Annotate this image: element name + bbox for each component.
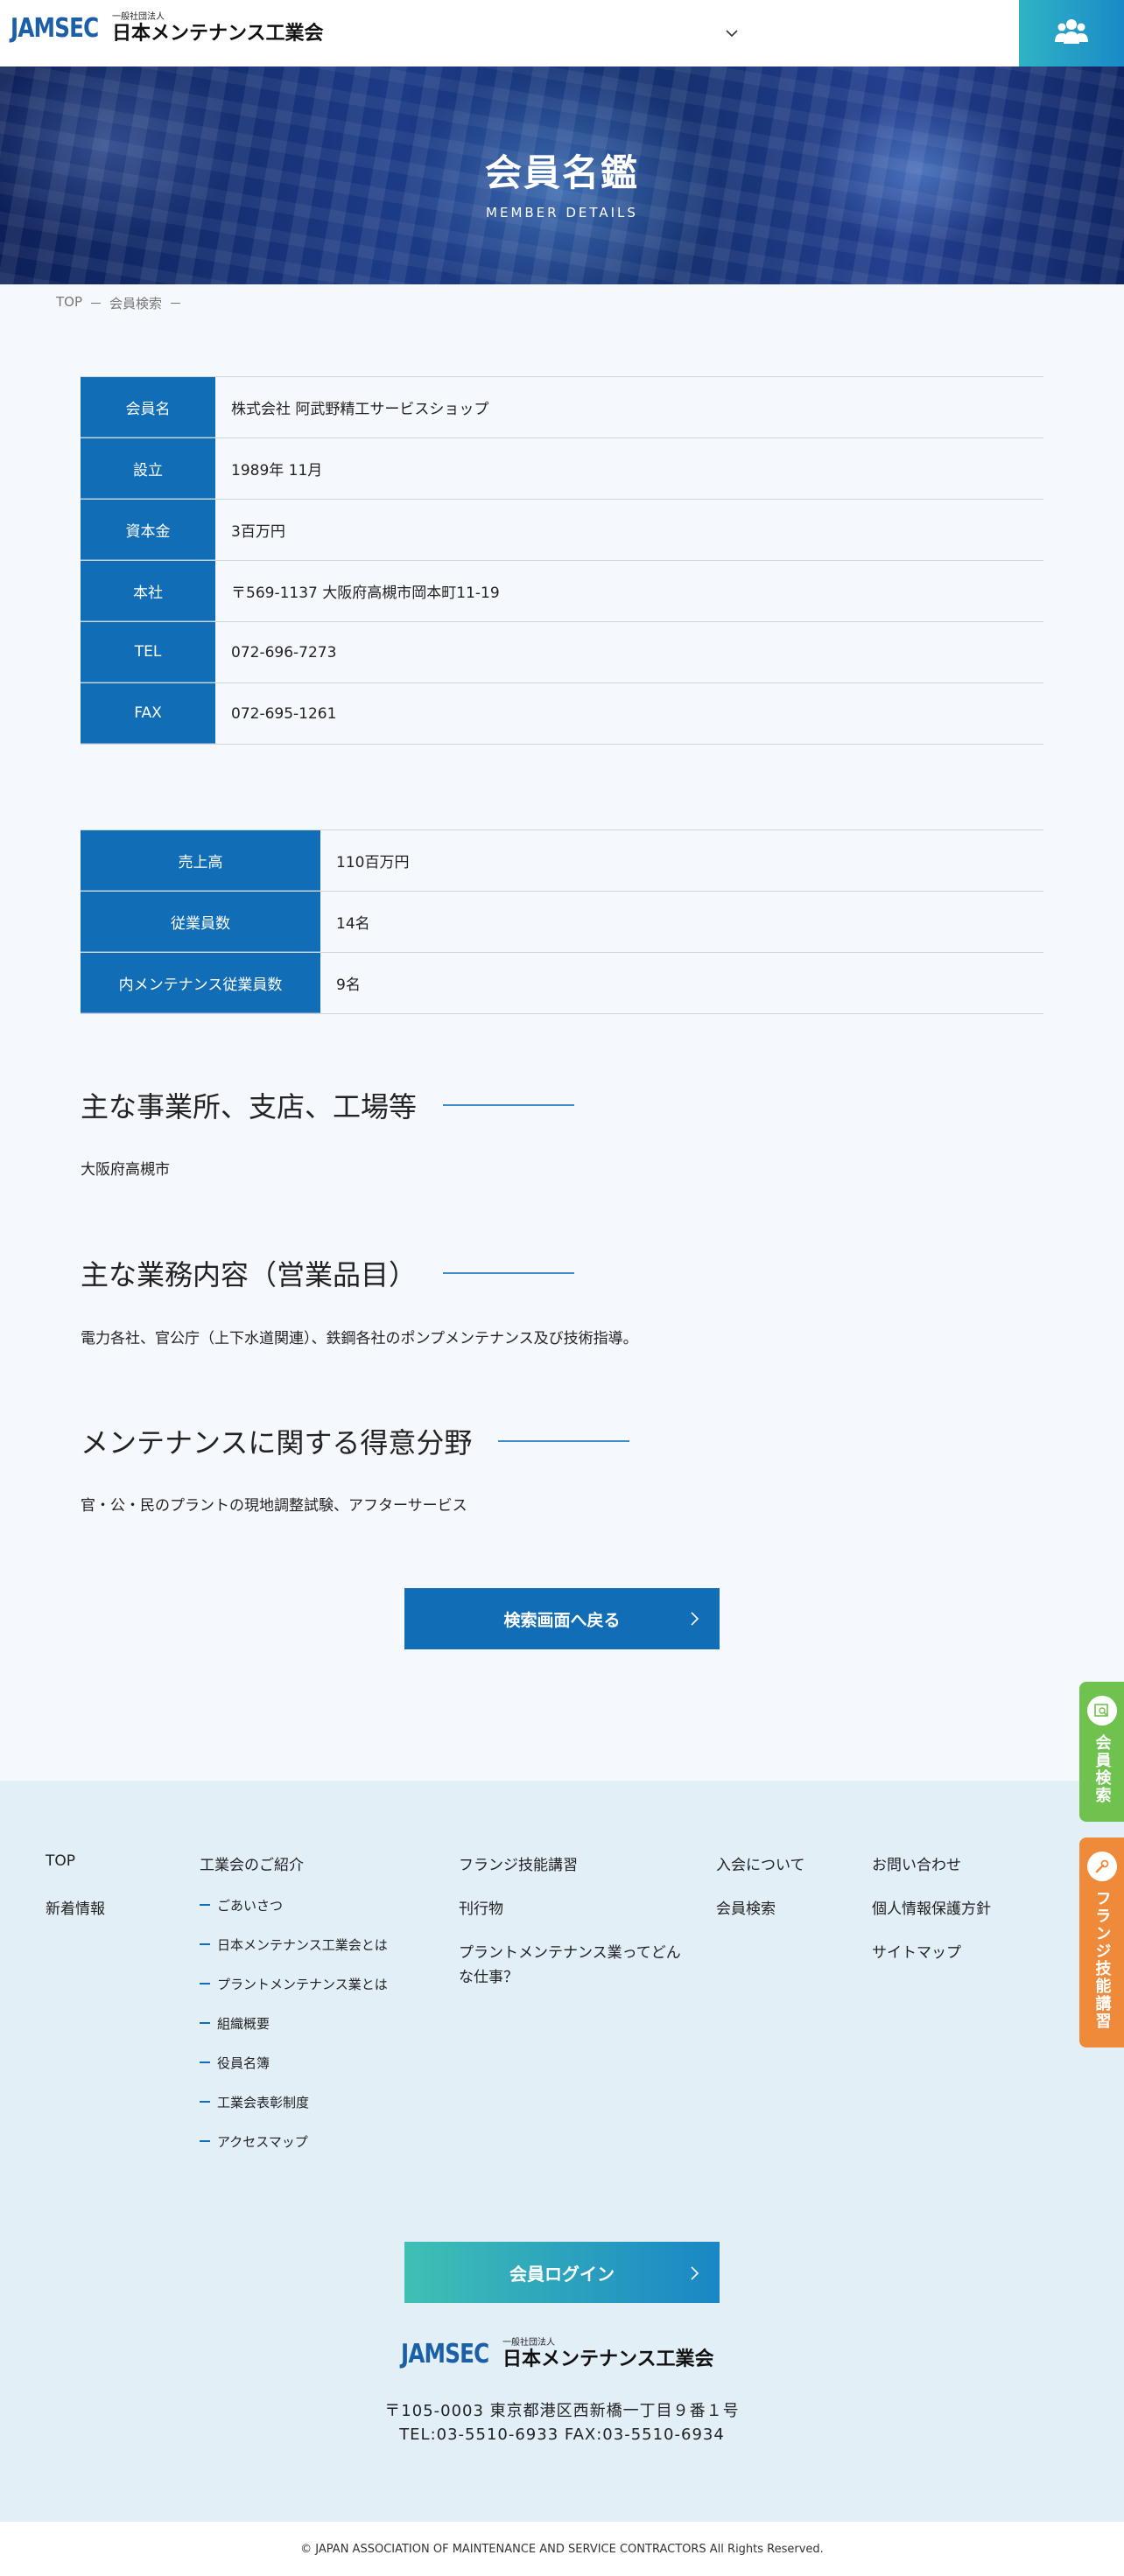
- table-row: 会員名 株式会社 阿武野精工サービスショップ: [81, 377, 1043, 438]
- footer-sublink[interactable]: 日本メンテナンス工業会とは: [200, 1936, 388, 1954]
- logo-mark: JAMSEC: [401, 2339, 489, 2370]
- row-value: 株式会社 阿武野精工サービスショップ: [215, 377, 489, 438]
- logo-name: 日本メンテナンス工業会: [112, 23, 324, 45]
- chevron-down-icon[interactable]: [725, 26, 739, 40]
- breadcrumb-member-search[interactable]: 会員検索: [109, 294, 162, 312]
- section-heading-text: 主な業務内容（営業品目）: [81, 1258, 418, 1292]
- side-tab-flange-course[interactable]: フランジ技能講習: [1079, 1838, 1124, 2048]
- section-heading-offices: 主な事業所、支店、工場等: [81, 1085, 575, 1125]
- footer-link-news[interactable]: 新着情報: [46, 1896, 105, 1918]
- back-to-search-button[interactable]: 検索画面へ戻る: [404, 1588, 720, 1649]
- row-value: 110百万円: [320, 830, 410, 891]
- row-label: TEL: [81, 622, 215, 682]
- logo-mark: JAMSEC: [11, 13, 99, 44]
- footer-link-publications[interactable]: 刊行物: [459, 1896, 503, 1918]
- logo-name: 日本メンテナンス工業会: [502, 2348, 714, 2370]
- footer-link-member-search[interactable]: 会員検索: [716, 1896, 776, 1918]
- member-info-table: 会員名 株式会社 阿武野精工サービスショップ 設立 1989年 11月 資本金 …: [81, 376, 1043, 745]
- heading-divider: [498, 1440, 630, 1442]
- section-heading-text: 主な事業所、支店、工場等: [81, 1090, 418, 1124]
- section-heading-specialty: メンテナンスに関する得意分野: [81, 1421, 630, 1461]
- footer-logo[interactable]: JAMSEC 一般社団法人 日本メンテナンス工業会: [401, 2338, 714, 2371]
- members-menu-button[interactable]: [1019, 0, 1124, 66]
- business-info-table: 売上高 110百万円 従業員数 14名 内メンテナンス従業員数 9名: [81, 830, 1043, 1014]
- footer-link-flange[interactable]: フランジ技能講習: [459, 1852, 578, 1874]
- footer-tel-fax: TEL:03-5510-6933 FAX:03-5510-6934: [399, 2426, 725, 2444]
- section-body-business: 電力各社、官公庁（上下水道関連）、鉄鋼各社のポンプメンテナンス及び技術指導。: [81, 1330, 638, 1348]
- chevron-right-icon: [688, 2264, 700, 2280]
- section-heading-text: メンテナンスに関する得意分野: [81, 1426, 473, 1460]
- row-value: 〒569-1137 大阪府高槻市岡本町11-19: [215, 561, 500, 621]
- footer-sublink[interactable]: 組織概要: [200, 2014, 270, 2033]
- page-title: 会員名鑑: [484, 151, 639, 194]
- site-header: JAMSEC 一般社団法人 日本メンテナンス工業会: [0, 0, 1124, 66]
- breadcrumb: TOP － 会員検索 －: [56, 294, 182, 312]
- footer-link-sitemap[interactable]: サイトマップ: [872, 1940, 961, 1962]
- row-label: 本社: [81, 561, 215, 621]
- logo-text: 一般社団法人 日本メンテナンス工業会: [502, 2338, 714, 2371]
- table-row: 売上高 110百万円: [81, 830, 1043, 892]
- row-value: 072-695-1261: [215, 683, 337, 744]
- footer-link-top[interactable]: TOP: [46, 1852, 75, 1870]
- table-row: TEL 072-696-7273: [81, 622, 1043, 683]
- row-value: 072-696-7273: [215, 622, 337, 682]
- row-value: 9名: [320, 953, 361, 1013]
- side-tab-label: フランジ技能講習: [1092, 1890, 1112, 2030]
- breadcrumb-top[interactable]: TOP: [56, 294, 82, 312]
- table-row: 本社 〒569-1137 大阪府高槻市岡本町11-19: [81, 561, 1043, 622]
- footer-sublink[interactable]: 工業会表彰制度: [200, 2093, 309, 2111]
- footer-sublink[interactable]: ごあいさつ: [200, 1896, 283, 1914]
- table-row: 設立 1989年 11月: [81, 438, 1043, 500]
- footer-link-plant-maintenance-line1[interactable]: プラントメンテナンス業ってどん: [459, 1940, 681, 1962]
- row-value: 3百万円: [215, 500, 285, 560]
- breadcrumb-separator: －: [169, 296, 183, 312]
- footer-link-join[interactable]: 入会について: [716, 1852, 805, 1874]
- row-label: 資本金: [81, 500, 215, 560]
- footer-link-privacy[interactable]: 個人情報保護方針: [872, 1896, 991, 1918]
- table-row: 内メンテナンス従業員数 9名: [81, 953, 1043, 1014]
- back-button-label: 検索画面へ戻る: [503, 1610, 621, 1630]
- section-body-specialty: 官・公・民のプラントの現地調整試験、アフターサービス: [81, 1497, 467, 1515]
- row-label: 従業員数: [81, 892, 320, 952]
- footer-sublink[interactable]: 役員名簿: [200, 2054, 270, 2072]
- row-value: 1989年 11月: [215, 438, 323, 499]
- footer-address: 〒105-0003 東京都港区西新橋一丁目９番１号: [384, 2402, 740, 2420]
- breadcrumb-separator: －: [89, 296, 103, 312]
- row-value: 14名: [320, 892, 370, 952]
- row-label: 内メンテナンス従業員数: [81, 953, 320, 1013]
- hero-banner: 会員名鑑 MEMBER DETAILS: [0, 66, 1124, 284]
- table-row: 従業員数 14名: [81, 892, 1043, 953]
- row-label: 設立: [81, 438, 215, 499]
- footer-sublink[interactable]: アクセスマップ: [200, 2132, 308, 2151]
- row-label: 売上高: [81, 830, 320, 891]
- row-label: FAX: [81, 683, 215, 744]
- copyright: © JAPAN ASSOCIATION OF MAINTENANCE AND S…: [0, 2522, 1124, 2576]
- site-logo[interactable]: JAMSEC 一般社団法人 日本メンテナンス工業会: [11, 12, 324, 46]
- table-row: FAX 072-695-1261: [81, 683, 1043, 745]
- search-document-icon: [1086, 1696, 1117, 1726]
- section-body-offices: 大阪府高槻市: [81, 1161, 170, 1179]
- footer-link-about[interactable]: 工業会のご紹介: [200, 1852, 304, 1874]
- member-login-button[interactable]: 会員ログイン: [404, 2242, 720, 2303]
- heading-divider: [443, 1104, 575, 1106]
- section-heading-business: 主な業務内容（営業品目）: [81, 1253, 575, 1293]
- footer-link-contact[interactable]: お問い合わせ: [872, 1852, 961, 1874]
- side-tab-label: 会員検索: [1092, 1734, 1112, 1804]
- page-subtitle: MEMBER DETAILS: [486, 205, 638, 220]
- table-row: 資本金 3百万円: [81, 500, 1043, 561]
- people-icon: [1054, 18, 1089, 49]
- row-label: 会員名: [81, 377, 215, 438]
- logo-small-text: 一般社団法人: [112, 12, 165, 22]
- logo-text: 一般社団法人 日本メンテナンス工業会: [112, 12, 324, 46]
- logo-small-text: 一般社団法人: [502, 2338, 555, 2348]
- heading-divider: [443, 1272, 575, 1274]
- wrench-icon: [1086, 1852, 1117, 1881]
- chevron-right-icon: [688, 1611, 700, 1627]
- footer-link-plant-maintenance-line2[interactable]: な仕事？: [459, 1964, 518, 1986]
- side-tab-member-search[interactable]: 会員検索: [1079, 1682, 1124, 1822]
- footer-sublink[interactable]: プラントメンテナンス業とは: [200, 1975, 388, 1993]
- login-button-label: 会員ログイン: [509, 2263, 615, 2285]
